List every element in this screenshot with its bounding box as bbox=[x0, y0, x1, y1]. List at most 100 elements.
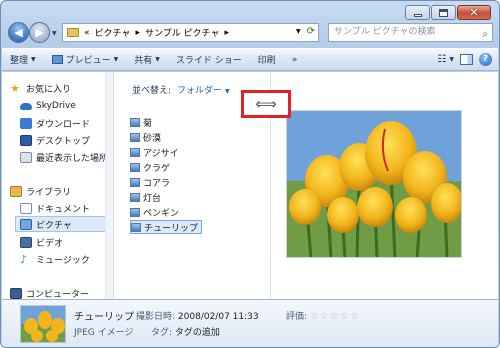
chevron-down-icon: ▼ bbox=[224, 88, 230, 95]
double-arrow-icon: ⟺ bbox=[255, 95, 277, 113]
file-item[interactable]: 灯台 bbox=[130, 190, 161, 204]
star-icon[interactable]: ☆ bbox=[350, 311, 360, 322]
nav-label: コンピューター bbox=[26, 289, 90, 300]
star-icon: ★ bbox=[10, 81, 20, 95]
chevron-down-icon: ▼ bbox=[31, 56, 36, 63]
breadcrumb-arrow-icon[interactable]: ▸ bbox=[224, 28, 229, 38]
image-file-icon bbox=[130, 147, 140, 157]
rating-stars[interactable]: ☆☆☆☆☆ bbox=[310, 311, 360, 322]
view-options-button[interactable]: ☷ ▼ bbox=[437, 54, 454, 65]
explorer-window: ✕ ◀ ▶ ▼ « ピクチャ ▸ サンプル ピクチャ ▸ ▼ ⟳ サンプル ピク… bbox=[0, 0, 500, 348]
breadcrumb-sample-pictures[interactable]: サンプル ピクチャ bbox=[145, 26, 220, 39]
nav-skydrive[interactable]: SkyDrive bbox=[20, 98, 76, 114]
chevron-down-icon: ▼ bbox=[113, 56, 119, 63]
recent-pages-dropdown-icon[interactable]: ▼ bbox=[52, 30, 57, 37]
file-item[interactable]: コアラ bbox=[130, 175, 170, 189]
sort-control[interactable]: 並べ替え: フォルダー ▼ bbox=[132, 83, 230, 96]
details-date: 撮影日時: 2008/02/07 11:33 bbox=[136, 309, 259, 322]
sort-value[interactable]: フォルダー ▼ bbox=[177, 86, 230, 96]
file-item[interactable]: 砂漠 bbox=[130, 130, 161, 144]
rating-label: 評価: bbox=[286, 312, 308, 322]
file-item[interactable]: クラゲ bbox=[130, 160, 170, 174]
nav-label: ライブラリ bbox=[26, 187, 72, 198]
file-item-selected[interactable]: チューリップ bbox=[130, 220, 203, 234]
minimize-button[interactable] bbox=[405, 5, 430, 20]
sort-label: 並べ替え: bbox=[132, 86, 172, 96]
image-file-icon bbox=[131, 222, 141, 232]
star-icon[interactable]: ☆ bbox=[340, 311, 350, 322]
search-placeholder: サンプル ピクチャの検索 bbox=[334, 27, 436, 37]
print-button[interactable]: 印刷 bbox=[250, 53, 284, 66]
preview-label: プレビュー bbox=[65, 56, 111, 66]
nav-videos[interactable]: ビデオ bbox=[20, 234, 63, 250]
nav-downloads[interactable]: ダウンロード bbox=[20, 115, 90, 131]
navigation-scrollbar[interactable] bbox=[105, 72, 113, 299]
preview-button[interactable]: プレビュー ▼ bbox=[44, 53, 127, 66]
file-item[interactable]: ペンギン bbox=[130, 205, 179, 219]
command-bar: 整理 ▼ プレビュー ▼ 共有 ▼ スライド ショー 印刷 » ☷ ▼ ? bbox=[2, 48, 498, 71]
close-button[interactable]: ✕ bbox=[457, 5, 491, 20]
star-icon[interactable]: ☆ bbox=[330, 311, 340, 322]
toolbar-right: ☷ ▼ ? bbox=[437, 53, 498, 66]
file-name: コアラ bbox=[143, 178, 171, 189]
chevron-down-icon: ▼ bbox=[155, 56, 160, 63]
search-input[interactable]: サンプル ピクチャの検索 ⌕ bbox=[328, 23, 493, 42]
video-icon bbox=[20, 236, 32, 248]
file-name: 菊 bbox=[143, 118, 153, 129]
slideshow-button[interactable]: スライド ショー bbox=[168, 53, 250, 66]
maximize-button[interactable] bbox=[431, 5, 456, 20]
chevron-down-icon: ▼ bbox=[449, 56, 454, 63]
share-label: 共有 bbox=[134, 56, 153, 66]
address-row: ◀ ▶ ▼ « ピクチャ ▸ サンプル ピクチャ ▸ ▼ ⟳ サンプル ピクチャ… bbox=[7, 21, 493, 45]
details-file-name: チューリップ bbox=[74, 312, 134, 323]
breadcrumb-arrow-icon[interactable]: ▸ bbox=[135, 28, 140, 38]
nav-music[interactable]: ♪ ミュージック bbox=[20, 251, 90, 267]
cloud-icon bbox=[20, 102, 32, 110]
nav-libraries[interactable]: ライブラリ bbox=[10, 183, 71, 199]
file-item[interactable]: アジサイ bbox=[130, 145, 179, 159]
slideshow-label: スライド ショー bbox=[175, 56, 242, 66]
pictures-icon bbox=[20, 218, 32, 230]
star-icon[interactable]: ☆ bbox=[320, 311, 330, 322]
back-button[interactable]: ◀ bbox=[8, 22, 29, 43]
tulip-photo bbox=[287, 111, 461, 257]
computer-icon bbox=[10, 287, 22, 299]
nav-recent[interactable]: 最近表示した場所 bbox=[20, 149, 108, 165]
forward-button[interactable]: ▶ bbox=[29, 22, 50, 43]
address-dropdown-icon[interactable]: ▼ bbox=[296, 28, 301, 35]
file-name: チューリップ bbox=[144, 223, 199, 234]
star-icon[interactable]: ☆ bbox=[310, 311, 320, 322]
print-label: 印刷 bbox=[257, 56, 276, 66]
file-item[interactable]: 菊 bbox=[130, 115, 152, 129]
preview-pane-image bbox=[286, 110, 462, 258]
breadcrumb-overflow[interactable]: « bbox=[84, 28, 90, 38]
help-icon[interactable]: ? bbox=[479, 53, 492, 66]
image-file-icon bbox=[130, 192, 140, 202]
nav-desktop[interactable]: デスクトップ bbox=[20, 132, 90, 148]
preview-icon bbox=[51, 55, 63, 64]
refresh-icon[interactable]: ⟳ bbox=[307, 26, 315, 37]
nav-favorites[interactable]: ★ お気に入り bbox=[10, 80, 71, 96]
tulip-thumbnail bbox=[21, 306, 65, 342]
date-label: 撮影日時: bbox=[136, 312, 176, 322]
sort-value-text: フォルダー bbox=[177, 86, 223, 96]
download-icon bbox=[20, 117, 32, 129]
details-file-type: JPEG イメージ bbox=[74, 328, 134, 338]
address-bar[interactable]: « ピクチャ ▸ サンプル ピクチャ ▸ ▼ ⟳ bbox=[62, 23, 319, 42]
breadcrumb-pictures[interactable]: ピクチャ bbox=[95, 26, 131, 39]
share-button[interactable]: 共有 ▼ bbox=[126, 53, 168, 66]
tag-value[interactable]: タグの追加 bbox=[175, 328, 220, 338]
organize-button[interactable]: 整理 ▼ bbox=[2, 53, 44, 66]
preview-pane-button[interactable] bbox=[460, 54, 473, 65]
tag-label: タグ: bbox=[151, 328, 173, 338]
music-icon: ♪ bbox=[20, 252, 28, 266]
nav-documents[interactable]: ドキュメント bbox=[20, 200, 90, 216]
search-icon: ⌕ bbox=[482, 29, 488, 40]
nav-label: ビデオ bbox=[36, 238, 64, 249]
nav-label: ドキュメント bbox=[36, 204, 91, 215]
nav-label: お気に入り bbox=[26, 84, 72, 95]
more-commands-button[interactable]: » bbox=[284, 55, 306, 65]
details-rating: 評価: ☆☆☆☆☆ bbox=[286, 309, 360, 322]
nav-pictures[interactable]: ピクチャ bbox=[15, 216, 107, 232]
nav-computer[interactable]: コンピューター bbox=[10, 285, 89, 299]
